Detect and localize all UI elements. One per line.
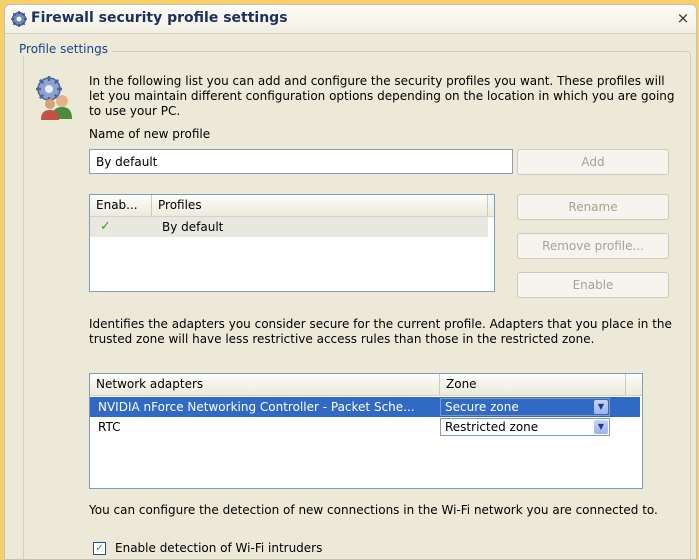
zone-select[interactable]: Restricted zone ▼ [440, 418, 610, 436]
column-header-enabled[interactable]: Enab... [90, 195, 152, 216]
enable-button[interactable]: Enable [517, 272, 669, 298]
adapter-row[interactable]: NVIDIA nForce Networking Controller - Pa… [90, 397, 640, 417]
wifi-intruder-detection-label[interactable]: Enable detection of Wi-Fi intruders [115, 541, 322, 556]
zone-select-value: Restricted zone [445, 420, 539, 434]
wifi-description: You can configure the detection of new c… [89, 503, 658, 517]
profile-row[interactable]: ✓ By default [90, 217, 488, 237]
rename-button[interactable]: Rename [517, 194, 669, 220]
column-header-network-adapters[interactable]: Network adapters [90, 374, 440, 395]
adapter-row[interactable]: RTC Restricted zone ▼ [90, 417, 640, 437]
zone-select-value: Secure zone [445, 400, 519, 414]
new-profile-label: Name of new profile [89, 127, 211, 141]
adapters-list-header: Network adapters Zone [90, 374, 642, 396]
enabled-check-icon: ✓ [100, 219, 111, 234]
adapter-name: NVIDIA nForce Networking Controller - Pa… [98, 400, 415, 414]
intro-text: In the following list you can add and co… [89, 74, 675, 118]
column-header-profiles[interactable]: Profiles [152, 195, 488, 216]
title-bar[interactable]: Firewall security profile settings × [5, 5, 696, 34]
remove-profile-button[interactable]: Remove profile... [517, 233, 669, 259]
profiles-list[interactable]: Enab... Profiles ✓ By default [89, 194, 495, 292]
users-gear-icon [36, 76, 72, 120]
adapters-description: Identifies the adapters you consider sec… [89, 317, 672, 346]
network-adapters-list[interactable]: Network adapters Zone NVIDIA nForce Netw… [89, 373, 643, 489]
gear-shield-icon [11, 11, 27, 27]
chevron-down-icon[interactable]: ▼ [594, 420, 608, 434]
group-legend: Profile settings [15, 42, 112, 56]
profile-name: By default [162, 220, 224, 234]
wifi-intruder-detection-checkbox[interactable]: ✓ [93, 542, 106, 555]
chevron-down-icon[interactable]: ▼ [594, 400, 608, 414]
column-header-zone[interactable]: Zone [440, 374, 626, 395]
profiles-list-header: Enab... Profiles [90, 195, 494, 217]
adapter-name: RTC [98, 420, 121, 434]
zone-select[interactable]: Secure zone ▼ [440, 398, 610, 416]
close-button[interactable]: × [675, 10, 691, 26]
add-button[interactable]: Add [517, 149, 669, 175]
new-profile-name-input[interactable] [89, 149, 513, 174]
window-title: Firewall security profile settings [31, 10, 288, 26]
firewall-profile-dialog: Firewall security profile settings × Pro… [4, 4, 697, 560]
